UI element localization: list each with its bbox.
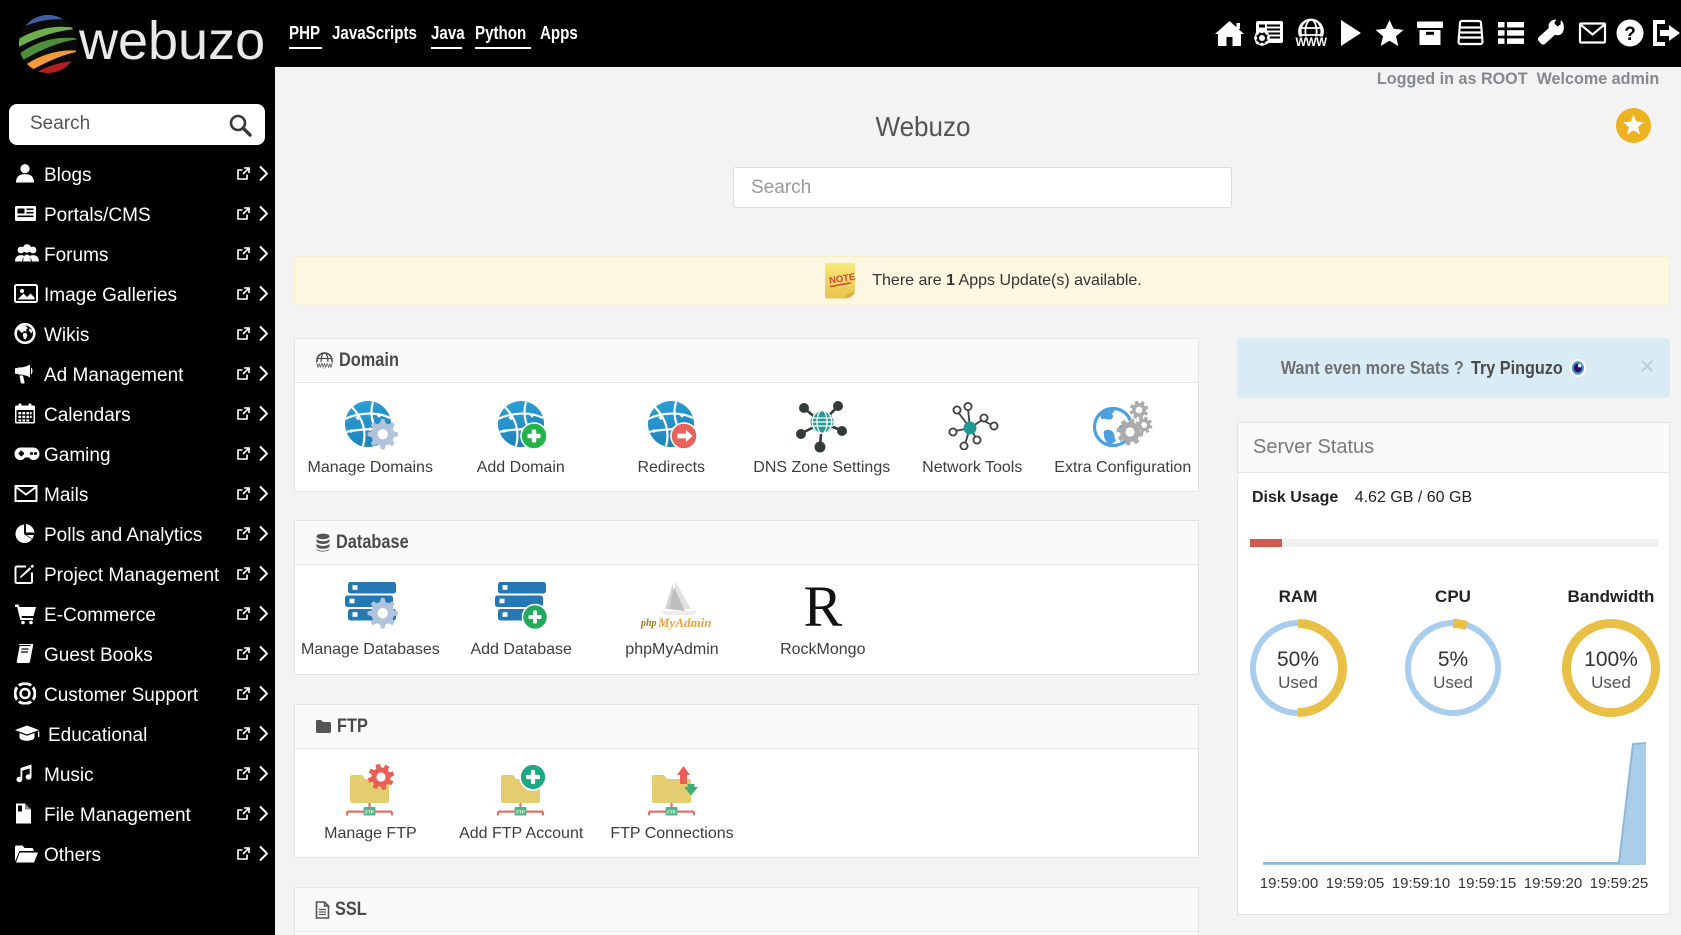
svg-text:?: ? xyxy=(1624,24,1636,45)
svg-text:WWW: WWW xyxy=(317,363,334,369)
svg-text:WWW: WWW xyxy=(1295,37,1327,48)
svg-text:MyAdmin: MyAdmin xyxy=(657,615,711,630)
svg-text:FTP: FTP xyxy=(366,810,375,815)
svg-text:php: php xyxy=(640,618,657,629)
svg-text:FTP: FTP xyxy=(516,810,525,815)
svg-text:FTP: FTP xyxy=(667,810,676,815)
